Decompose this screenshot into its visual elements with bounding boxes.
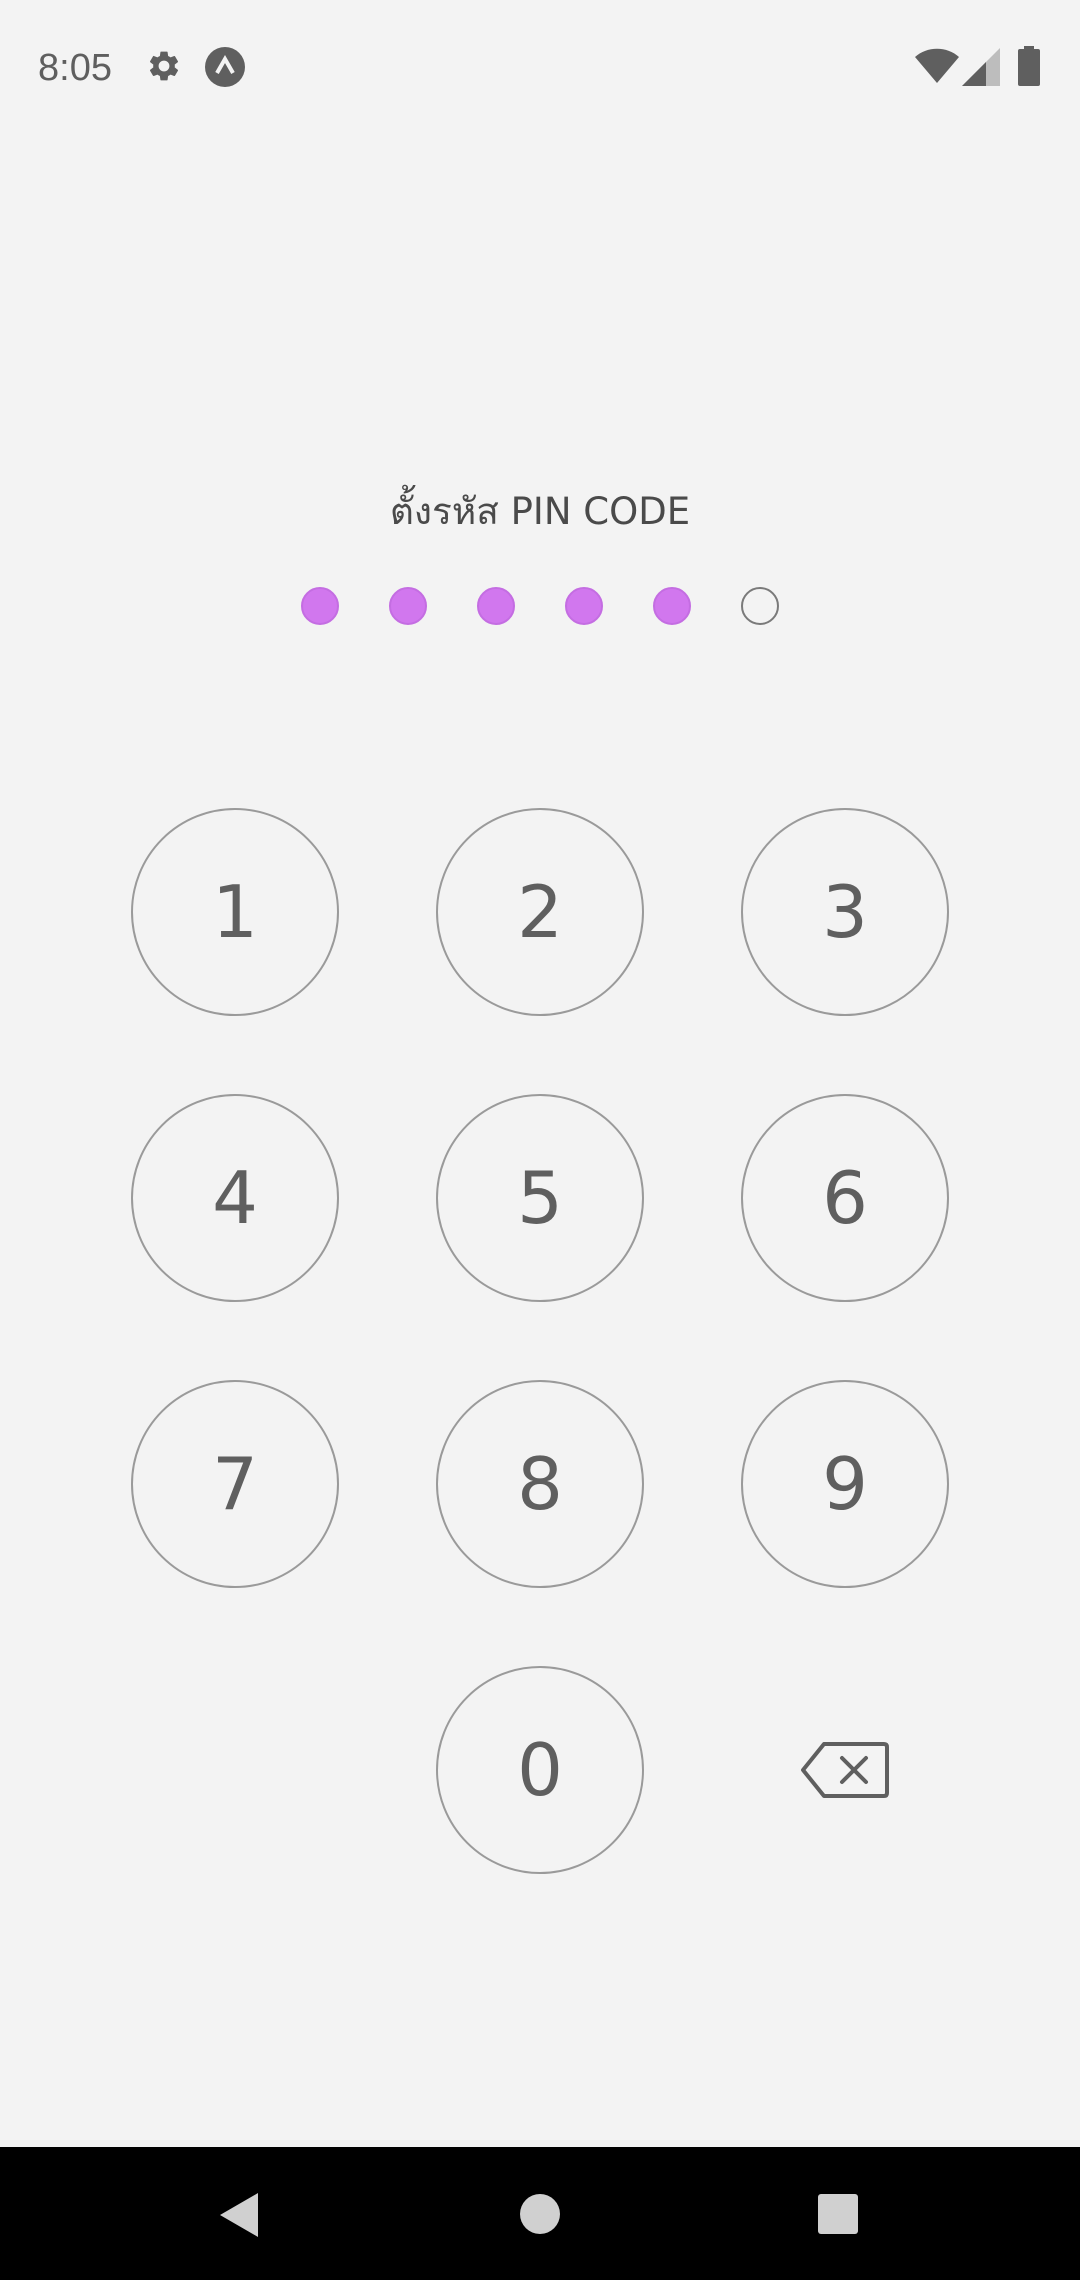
navigation-bar <box>0 2147 1080 2280</box>
key-7[interactable]: 7 <box>131 1380 339 1588</box>
key-4[interactable]: 4 <box>131 1094 339 1302</box>
backspace-icon <box>801 1742 889 1798</box>
pin-dot-filled <box>301 587 339 625</box>
key-5[interactable]: 5 <box>436 1094 644 1302</box>
battery-icon <box>1018 46 1040 86</box>
wifi-icon <box>915 48 959 83</box>
pin-indicator <box>0 587 1080 627</box>
backspace-button[interactable] <box>795 1735 895 1805</box>
key-2[interactable]: 2 <box>436 808 644 1016</box>
gear-icon <box>149 51 179 81</box>
pin-setup-screen: 8:05 ตั้งรหัส PIN CODE 1 2 3 4 5 6 7 8 9… <box>0 0 1080 2280</box>
key-9[interactable]: 9 <box>741 1380 949 1588</box>
home-icon[interactable] <box>519 2193 561 2235</box>
app-notification-icon <box>205 47 245 87</box>
page-title: ตั้งรหัส PIN CODE <box>389 490 691 533</box>
key-3[interactable]: 3 <box>741 808 949 1016</box>
key-1[interactable]: 1 <box>131 808 339 1016</box>
status-time: 8:05 <box>38 47 112 89</box>
pin-dot-filled <box>565 587 603 625</box>
pin-dot-empty <box>741 587 779 625</box>
cellular-signal-icon <box>962 48 1000 86</box>
back-icon[interactable] <box>218 2191 260 2239</box>
recents-icon[interactable] <box>817 2193 859 2235</box>
key-8[interactable]: 8 <box>436 1380 644 1588</box>
status-bar: 8:05 <box>0 0 1080 130</box>
pin-dot-filled <box>477 587 515 625</box>
key-0[interactable]: 0 <box>436 1666 644 1874</box>
key-6[interactable]: 6 <box>741 1094 949 1302</box>
pin-dot-filled <box>653 587 691 625</box>
pin-dot-filled <box>389 587 427 625</box>
